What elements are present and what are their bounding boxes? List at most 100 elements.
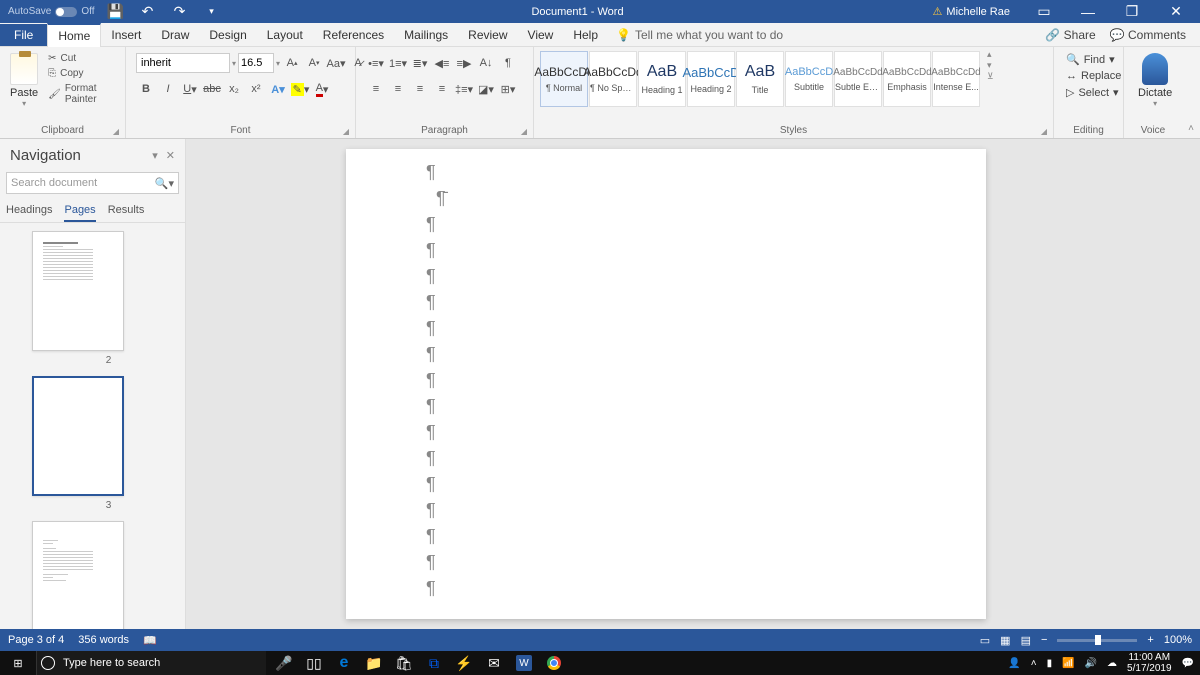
dropbox-icon[interactable]: ⧉ [424,653,444,673]
style--no-spac-[interactable]: AaBbCcDd¶ No Spac... [589,51,637,107]
font-launcher-icon[interactable]: ◢ [343,127,349,136]
paragraph-launcher-icon[interactable]: ◢ [521,127,527,136]
spellcheck-icon[interactable]: 📖 [143,634,157,647]
word-taskbar-icon[interactable]: W [514,653,534,673]
wifi-icon[interactable]: 📶 [1062,658,1074,669]
tab-references[interactable]: References [313,24,394,46]
mail-icon[interactable]: ✉ [484,653,504,673]
maximize-icon[interactable]: ❐ [1112,1,1152,23]
shading-button[interactable]: ◪▾ [476,79,496,99]
style-subtitle[interactable]: AaBbCcDSubtitle [785,51,833,107]
tab-help[interactable]: Help [563,24,608,46]
styles-launcher-icon[interactable]: ◢ [1041,127,1047,136]
show-marks-button[interactable]: ¶ [498,53,518,73]
tab-insert[interactable]: Insert [101,24,151,46]
italic-button[interactable]: I [158,79,178,99]
store-icon[interactable]: 🛍 [394,653,414,673]
style-emphasis[interactable]: AaBbCcDdEmphasis [883,51,931,107]
explorer-icon[interactable]: 📁 [364,653,384,673]
nav-close-icon[interactable]: ✕ [166,149,175,162]
page-indicator[interactable]: Page 3 of 4 [8,634,64,646]
clock[interactable]: 11:00 AM 5/17/2019 [1127,652,1172,674]
cut-button[interactable]: ✂Cut [48,53,117,64]
change-case-button[interactable]: Aa▾ [326,53,346,73]
align-center-button[interactable]: ≡ [388,79,408,99]
subscript-button[interactable]: x₂ [224,79,244,99]
clipboard-launcher-icon[interactable]: ◢ [113,127,119,136]
print-layout-icon[interactable]: ▦ [1000,634,1010,647]
edge-icon[interactable]: e [334,653,354,673]
minimize-icon[interactable]: — [1068,1,1108,23]
numbering-button[interactable]: 1≡▾ [388,53,408,73]
format-painter-button[interactable]: 🖌Format Painter [48,83,117,105]
tab-review[interactable]: Review [458,24,517,46]
nav-dropdown-icon[interactable]: ▾ [152,149,158,162]
underline-button[interactable]: U▾ [180,79,200,99]
sort-button[interactable]: A↓ [476,53,496,73]
nav-tab-headings[interactable]: Headings [6,200,52,222]
dictate-button[interactable]: Dictate ▾ [1128,49,1182,112]
align-right-button[interactable]: ≡ [410,79,430,99]
volume-icon[interactable]: 🔊 [1085,658,1097,669]
styles-scroll-down-icon[interactable]: ▾ [987,60,994,71]
zoom-level[interactable]: 100% [1164,634,1192,646]
page-thumbnail[interactable] [32,376,124,496]
save-icon[interactable]: 💾 [105,1,127,23]
document-area[interactable]: ¶ ¶̄ ¶¶¶ ¶¶¶ ¶¶¶ ¶¶¶ ¶¶¶ [186,139,1200,629]
bold-button[interactable]: B [136,79,156,99]
nav-search-input[interactable]: Search document 🔍▾ [6,172,179,194]
replace-button[interactable]: ↔Replace [1066,70,1121,82]
word-count[interactable]: 356 words [78,634,129,646]
nav-tab-pages[interactable]: Pages [64,200,95,222]
styles-more-icon[interactable]: ⊻ [987,71,994,82]
line-spacing-button[interactable]: ‡≡▾ [454,79,474,99]
select-button[interactable]: ▷Select ▾ [1066,86,1121,99]
increase-indent-button[interactable]: ≡▶ [454,53,474,73]
tell-me-search[interactable]: 💡 Tell me what you want to do [616,28,783,42]
zoom-out-icon[interactable]: − [1041,634,1047,646]
page-thumbnail[interactable] [32,521,124,629]
tab-home[interactable]: Home [47,23,101,47]
bullets-button[interactable]: •≡▾ [366,53,386,73]
zoom-slider[interactable] [1057,639,1137,642]
copy-button[interactable]: ⎘Copy [48,68,117,79]
undo-icon[interactable]: ↶ [137,1,159,23]
paste-button[interactable]: Paste ▾ [4,49,44,112]
task-view-icon[interactable]: ▯▯ [304,653,324,673]
style-heading-2[interactable]: AaBbCcDHeading 2 [687,51,735,107]
read-mode-icon[interactable]: ▭ [980,634,990,647]
start-button[interactable]: ⊞ [0,651,36,675]
tray-up-icon[interactable]: ˄ [1031,658,1037,669]
page-thumbnail[interactable] [32,231,124,351]
ribbon-options-icon[interactable]: ▭ [1024,1,1064,23]
tab-draw[interactable]: Draw [151,24,199,46]
collapse-ribbon-icon[interactable]: ˄ [1182,47,1200,138]
tab-layout[interactable]: Layout [257,24,313,46]
font-color-button[interactable]: A▾ [312,79,332,99]
comments-button[interactable]: 💬 Comments [1110,28,1186,42]
zoom-in-icon[interactable]: + [1147,634,1153,646]
justify-button[interactable]: ≡ [432,79,452,99]
close-icon[interactable]: ✕ [1156,1,1196,23]
tab-file[interactable]: File [0,24,47,46]
style-title[interactable]: AaBTitle [736,51,784,107]
web-layout-icon[interactable]: ▤ [1021,634,1031,647]
decrease-indent-button[interactable]: ◀≡ [432,53,452,73]
find-button[interactable]: 🔍Find ▾ [1066,53,1121,66]
align-left-button[interactable]: ≡ [366,79,386,99]
style-intense-e-[interactable]: AaBbCcDdIntense E... [932,51,980,107]
borders-button[interactable]: ⊞▾ [498,79,518,99]
style-subtle-em-[interactable]: AaBbCcDdSubtle Em... [834,51,882,107]
onedrive-icon[interactable]: ☁ [1107,658,1117,669]
people-icon[interactable]: 👤 [1008,658,1020,669]
font-name-input[interactable] [136,53,230,73]
taskbar-search[interactable]: Type here to search [36,651,266,675]
highlight-button[interactable]: ✎▾ [290,79,310,99]
lightning-icon[interactable]: ⚡ [454,653,474,673]
styles-scroll-up-icon[interactable]: ▴ [987,49,994,60]
tab-mailings[interactable]: Mailings [394,24,458,46]
style-heading-1[interactable]: AaBHeading 1 [638,51,686,107]
grow-font-button[interactable]: A▴ [282,53,302,73]
shrink-font-button[interactable]: A▾ [304,53,324,73]
mic-icon[interactable]: 🎤 [274,653,294,673]
